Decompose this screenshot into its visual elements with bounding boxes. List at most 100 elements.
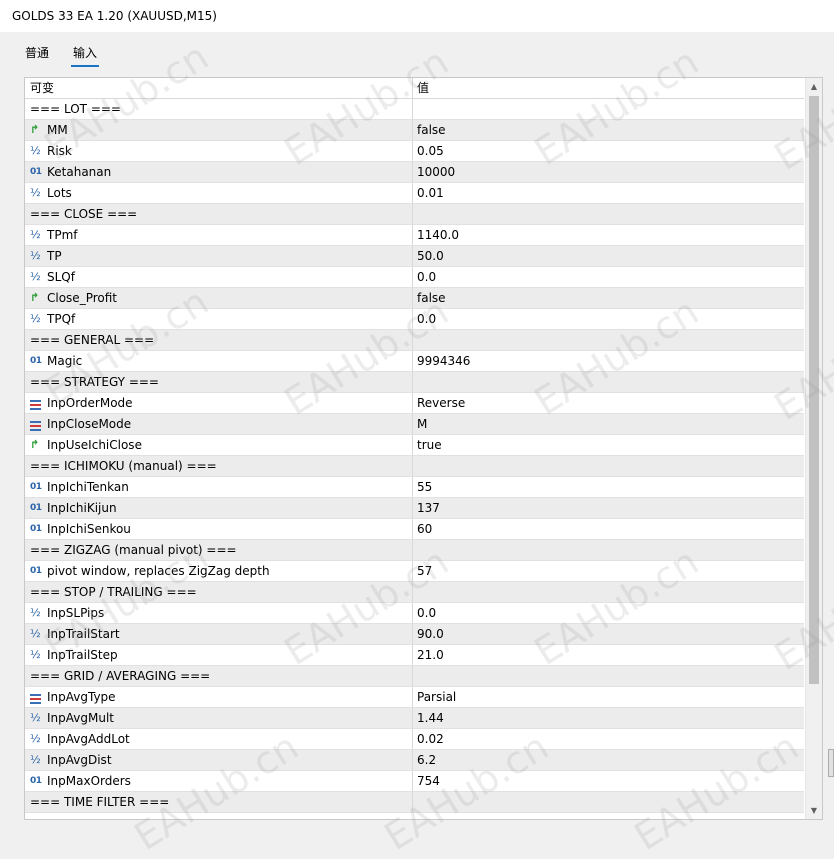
- value-cell[interactable]: Parsial: [417, 687, 456, 707]
- table-row[interactable]: ½ InpTrailStart 90.0: [25, 624, 804, 645]
- variable-cell[interactable]: ½ TPQf: [25, 309, 413, 329]
- scroll-thumb[interactable]: [809, 96, 819, 684]
- table-row[interactable]: ½ TPmf 1140.0: [25, 225, 804, 246]
- variable-cell[interactable]: ½ TP: [25, 246, 413, 266]
- table-row[interactable]: ↱ Close_Profit false: [25, 288, 804, 309]
- section-row[interactable]: === STOP / TRAILING ===: [25, 582, 804, 603]
- variable-cell[interactable]: 01 InpIchiKijun: [25, 498, 413, 518]
- variable-cell[interactable]: ½ Lots: [25, 183, 413, 203]
- tab-common[interactable]: 普通: [25, 44, 49, 61]
- value-cell[interactable]: false: [417, 288, 446, 308]
- variable-cell[interactable]: === TIME FILTER ===: [25, 792, 413, 812]
- variable-cell[interactable]: InpAvgType: [25, 687, 413, 707]
- table-row[interactable]: ½ InpAvgMult 1.44: [25, 708, 804, 729]
- table-row[interactable]: 01 InpIchiSenkou 60: [25, 519, 804, 540]
- value-cell[interactable]: 0.0: [417, 603, 436, 623]
- variable-cell[interactable]: === CLOSE ===: [25, 204, 413, 224]
- table-row[interactable]: ½ InpTrailStep 21.0: [25, 645, 804, 666]
- variable-cell[interactable]: ½ SLQf: [25, 267, 413, 287]
- table-row[interactable]: 01 Magic 9994346: [25, 351, 804, 372]
- variable-cell[interactable]: 01 InpMaxOrders: [25, 771, 413, 791]
- table-row[interactable]: ½ Lots 0.01: [25, 183, 804, 204]
- value-cell[interactable]: 754: [417, 771, 440, 791]
- value-cell[interactable]: 137: [417, 498, 440, 518]
- table-row[interactable]: InpCloseMode M: [25, 414, 804, 435]
- value-cell[interactable]: 9994346: [417, 351, 470, 371]
- table-row[interactable]: 01 pivot window, replaces ZigZag depth 57: [25, 561, 804, 582]
- value-cell[interactable]: M: [417, 414, 427, 434]
- value-cell[interactable]: 0.0: [417, 267, 436, 287]
- scroll-down-icon[interactable]: ▼: [806, 802, 822, 819]
- value-cell[interactable]: 0.0: [417, 309, 436, 329]
- variable-cell[interactable]: === GRID / AVERAGING ===: [25, 666, 413, 686]
- variable-cell[interactable]: 01 Magic: [25, 351, 413, 371]
- variable-cell[interactable]: === GENERAL ===: [25, 330, 413, 350]
- header-value[interactable]: 值: [417, 78, 429, 98]
- variable-cell[interactable]: ½ TPmf: [25, 225, 413, 245]
- value-cell[interactable]: true: [417, 435, 442, 455]
- value-cell[interactable]: 0.01: [417, 183, 444, 203]
- table-row[interactable]: ↱ MM false: [25, 120, 804, 141]
- variable-cell[interactable]: InpOrderMode: [25, 393, 413, 413]
- scroll-up-icon[interactable]: ▲: [806, 78, 822, 95]
- section-row[interactable]: === ZIGZAG (manual pivot) ===: [25, 540, 804, 561]
- variable-cell[interactable]: ↱ InpUseIchiClose: [25, 435, 413, 455]
- variable-cell[interactable]: 01 InpIchiTenkan: [25, 477, 413, 497]
- value-cell[interactable]: 55: [417, 477, 432, 497]
- variable-cell[interactable]: ½ InpAvgMult: [25, 708, 413, 728]
- value-cell[interactable]: 50.0: [417, 246, 444, 266]
- variable-cell[interactable]: === ICHIMOKU (manual) ===: [25, 456, 413, 476]
- section-row[interactable]: === CLOSE ===: [25, 204, 804, 225]
- tab-inputs[interactable]: 输入: [70, 44, 100, 67]
- value-cell[interactable]: 1140.0: [417, 225, 459, 245]
- variable-cell[interactable]: ½ InpAvgAddLot: [25, 729, 413, 749]
- variable-cell[interactable]: 01 Ketahanan: [25, 162, 413, 182]
- variable-cell[interactable]: ↱ Close_Profit: [25, 288, 413, 308]
- table-row[interactable]: InpOrderMode Reverse: [25, 393, 804, 414]
- table-row[interactable]: 01 Ketahanan 10000: [25, 162, 804, 183]
- table-row[interactable]: 01 InpMaxOrders 754: [25, 771, 804, 792]
- table-row[interactable]: InpAvgType Parsial: [25, 687, 804, 708]
- variable-cell[interactable]: ½ InpTrailStart: [25, 624, 413, 644]
- table-row[interactable]: ↱ InpUseIchiClose true: [25, 435, 804, 456]
- value-cell[interactable]: 1.44: [417, 708, 444, 728]
- value-cell[interactable]: Reverse: [417, 393, 465, 413]
- variable-cell[interactable]: ½ InpAvgDist: [25, 750, 413, 770]
- table-row[interactable]: ½ Risk 0.05: [25, 141, 804, 162]
- value-cell[interactable]: 0.05: [417, 141, 444, 161]
- section-row[interactable]: === GRID / AVERAGING ===: [25, 666, 804, 687]
- header-variable[interactable]: 可变: [25, 78, 413, 98]
- table-row[interactable]: ½ TP 50.0: [25, 246, 804, 267]
- value-cell[interactable]: false: [417, 120, 446, 140]
- vertical-scrollbar[interactable]: ▲ ▼: [805, 78, 822, 819]
- section-row[interactable]: === LOT ===: [25, 99, 804, 120]
- section-row[interactable]: === TIME FILTER ===: [25, 792, 804, 813]
- value-cell[interactable]: 57: [417, 561, 432, 581]
- section-row[interactable]: === STRATEGY ===: [25, 372, 804, 393]
- section-row[interactable]: === GENERAL ===: [25, 330, 804, 351]
- table-row[interactable]: 01 InpIchiKijun 137: [25, 498, 804, 519]
- table-row[interactable]: ½ TPQf 0.0: [25, 309, 804, 330]
- variable-cell[interactable]: 01 pivot window, replaces ZigZag depth: [25, 561, 413, 581]
- variable-cell[interactable]: === STOP / TRAILING ===: [25, 582, 413, 602]
- variable-cell[interactable]: InpCloseMode: [25, 414, 413, 434]
- variable-cell[interactable]: === STRATEGY ===: [25, 372, 413, 392]
- section-row[interactable]: === ICHIMOKU (manual) ===: [25, 456, 804, 477]
- side-button-edge[interactable]: [828, 749, 834, 777]
- table-row[interactable]: ½ InpAvgAddLot 0.02: [25, 729, 804, 750]
- value-cell[interactable]: 10000: [417, 162, 455, 182]
- variable-cell[interactable]: ½ Risk: [25, 141, 413, 161]
- table-row[interactable]: 01 InpIchiTenkan 55: [25, 477, 804, 498]
- table-row[interactable]: ½ InpAvgDist 6.2: [25, 750, 804, 771]
- variable-cell[interactable]: ↱ MM: [25, 120, 413, 140]
- variable-cell[interactable]: === ZIGZAG (manual pivot) ===: [25, 540, 413, 560]
- variable-cell[interactable]: 01 InpIchiSenkou: [25, 519, 413, 539]
- variable-cell[interactable]: === LOT ===: [25, 99, 413, 119]
- value-cell[interactable]: 6.2: [417, 750, 436, 770]
- table-row[interactable]: ½ InpSLPips 0.0: [25, 603, 804, 624]
- value-cell[interactable]: 60: [417, 519, 432, 539]
- value-cell[interactable]: 90.0: [417, 624, 444, 644]
- variable-cell[interactable]: ½ InpSLPips: [25, 603, 413, 623]
- table-row[interactable]: ½ SLQf 0.0: [25, 267, 804, 288]
- variable-cell[interactable]: ½ InpTrailStep: [25, 645, 413, 665]
